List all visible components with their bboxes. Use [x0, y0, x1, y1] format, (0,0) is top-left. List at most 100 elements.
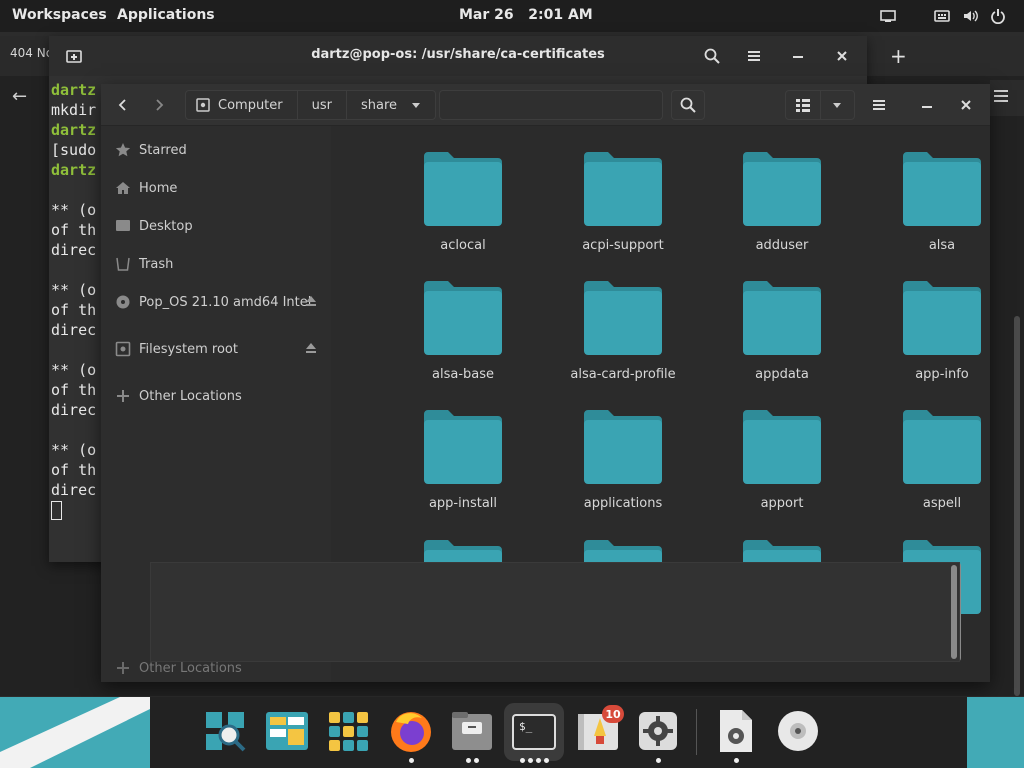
settings-app-icon[interactable] — [634, 707, 682, 755]
terminal-cursor — [51, 501, 62, 520]
sidebar-item-desktop[interactable]: Desktop — [101, 211, 331, 241]
browser-menu-icon[interactable] — [990, 80, 1024, 116]
sidebar-item-pop-os-drive[interactable]: Pop_OS 21.10 amd64 Intel — [101, 287, 331, 317]
files-app-icon[interactable] — [448, 707, 496, 755]
breadcrumb-share[interactable]: share — [347, 91, 435, 119]
folder-item[interactable]: alsa — [862, 148, 990, 268]
files-search-icon[interactable] — [671, 90, 705, 120]
disc-icon — [115, 294, 131, 310]
clock[interactable]: Mar 26 2:01 AM — [459, 7, 593, 23]
folder-item[interactable]: alsa-card-profile — [543, 277, 703, 397]
back-arrow-icon[interactable]: ← — [12, 86, 27, 107]
folder-icon — [743, 410, 821, 484]
running-indicator — [544, 758, 549, 763]
files-minimize-icon[interactable] — [911, 90, 943, 120]
breadcrumb-label: usr — [311, 97, 332, 113]
terminal-search-icon[interactable] — [697, 42, 727, 70]
terminal-line: of th — [51, 221, 97, 239]
folder-item[interactable]: applications — [543, 406, 703, 526]
sidebar-item-filesystem-root[interactable]: Filesystem root — [101, 334, 331, 364]
applications-grid-icon[interactable] — [324, 707, 372, 755]
folder-item[interactable]: apport — [702, 406, 862, 526]
eject-icon[interactable] — [305, 295, 317, 311]
star-icon — [115, 142, 131, 158]
drive-icon — [115, 341, 131, 357]
folder-icon — [743, 152, 821, 226]
chevron-down-icon[interactable] — [411, 100, 421, 110]
workspaces-button[interactable]: Workspaces — [12, 7, 107, 23]
breadcrumb-label: Computer — [218, 97, 283, 113]
notification-badge: 10 — [602, 705, 624, 723]
folder-label: adduser — [755, 238, 809, 253]
sidebar-item-label: Other Locations — [139, 660, 242, 676]
files-headerbar[interactable]: Computer usr share — [101, 84, 990, 126]
eject-icon[interactable] — [305, 342, 317, 358]
popup-scrollbar[interactable] — [951, 565, 957, 659]
applications-button[interactable]: Applications — [117, 7, 215, 23]
terminal-line: dartz — [51, 161, 97, 179]
breadcrumb-usr[interactable]: usr — [298, 91, 347, 119]
folder-item[interactable]: acpi-support — [543, 148, 703, 268]
sidebar-item-starred[interactable]: Starred — [101, 135, 331, 165]
trash-icon — [115, 256, 131, 272]
view-dropdown-icon[interactable] — [821, 91, 855, 119]
new-tab-icon[interactable]: + — [890, 44, 907, 68]
terminal-headerbar[interactable]: dartz@pop-os: /usr/share/ca-certificates — [49, 36, 867, 76]
browser-scrollbar[interactable] — [1014, 316, 1020, 696]
keyboard-icon[interactable] — [934, 8, 950, 24]
volume-icon[interactable] — [962, 8, 978, 24]
terminal-line: ** (o — [51, 441, 97, 459]
back-icon[interactable] — [107, 90, 139, 120]
folder-item[interactable]: app-info — [862, 277, 990, 397]
folder-icon — [424, 152, 502, 226]
top-panel: Workspaces Applications Mar 26 2:01 AM — [0, 0, 1024, 32]
files-close-icon[interactable] — [950, 90, 982, 120]
sidebar-item-other-locations[interactable]: Other Locations — [101, 381, 331, 411]
folder-icon — [903, 410, 981, 484]
folder-icon — [424, 410, 502, 484]
display-icon[interactable] — [880, 8, 896, 24]
launcher-search-icon[interactable] — [201, 707, 249, 755]
clock-date: Mar 26 — [459, 7, 514, 23]
folder-item[interactable]: aspell — [862, 406, 990, 526]
folder-item[interactable]: appdata — [702, 277, 862, 397]
terminal-minimize-icon[interactable] — [783, 42, 813, 70]
sidebar-item-home[interactable]: Home — [101, 173, 331, 203]
running-indicator — [528, 758, 533, 763]
firefox-icon[interactable] — [387, 707, 435, 755]
wallpaper-left — [0, 697, 150, 768]
settings-document-icon[interactable] — [712, 707, 760, 755]
drive-icon — [196, 98, 210, 112]
folder-item[interactable]: app-install — [383, 406, 543, 526]
folder-label: acpi-support — [582, 238, 664, 253]
wallpaper-right — [967, 697, 1024, 768]
running-indicator — [409, 758, 414, 763]
folder-item[interactable]: alsa-base — [383, 277, 543, 397]
forward-icon[interactable] — [143, 90, 175, 120]
sidebar-item-trash[interactable]: Trash — [101, 249, 331, 279]
svg-text:$_: $_ — [519, 720, 533, 733]
folder-label: applications — [583, 496, 663, 511]
terminal-line: dartz — [51, 121, 97, 139]
folder-item[interactable]: adduser — [702, 148, 862, 268]
running-indicator — [656, 758, 661, 763]
list-view-icon[interactable] — [786, 91, 821, 119]
folder-icon — [903, 281, 981, 355]
home-icon — [115, 180, 131, 196]
path-bar-empty — [439, 90, 663, 120]
folder-label: app-info — [915, 367, 969, 382]
folder-icon — [743, 281, 821, 355]
files-menu-icon[interactable] — [863, 90, 895, 120]
power-icon[interactable] — [990, 8, 1006, 25]
optical-disc-icon[interactable] — [774, 707, 822, 755]
workspaces-icon[interactable] — [263, 707, 311, 755]
browser-tab[interactable]: 404 Nc — [0, 36, 52, 76]
terminal-menu-icon[interactable] — [739, 42, 769, 70]
terminal-line: direc — [51, 401, 97, 419]
breadcrumb-computer[interactable]: Computer — [186, 91, 298, 119]
clock-time: 2:01 AM — [528, 7, 593, 23]
terminal-close-icon[interactable] — [827, 42, 857, 70]
terminal-app-icon[interactable]: $_ — [504, 703, 564, 761]
folder-item[interactable]: aclocal — [383, 148, 543, 268]
running-indicator — [734, 758, 739, 763]
